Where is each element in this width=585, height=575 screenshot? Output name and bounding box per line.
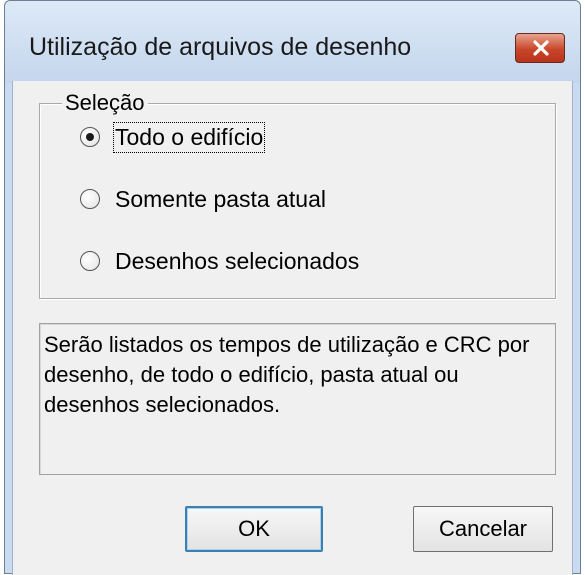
- ok-button[interactable]: OK: [185, 506, 323, 552]
- close-button[interactable]: [515, 33, 565, 63]
- selection-group-legend: Seleção: [62, 90, 148, 116]
- radio-label-current-folder: Somente pasta atual: [115, 185, 326, 212]
- title-bar[interactable]: Utilização de arquivos de desenho: [5, 1, 580, 83]
- description-text-box: Serão listados os tempos de utilização e…: [39, 323, 556, 475]
- cancel-button[interactable]: Cancelar: [413, 506, 553, 552]
- window-title: Utilização de arquivos de desenho: [29, 33, 412, 61]
- dialog-body: Seleção Todo o edifício Somente pasta at…: [12, 81, 573, 575]
- radio-button[interactable]: [80, 189, 100, 209]
- radio-option-selected-drawings[interactable]: Desenhos selecionados: [80, 244, 360, 278]
- radio-option-all-building[interactable]: Todo o edifício: [80, 120, 266, 154]
- selection-groupbox: Seleção Todo o edifício Somente pasta at…: [39, 90, 556, 299]
- radio-option-current-folder[interactable]: Somente pasta atual: [80, 182, 327, 216]
- radio-label-all-building: Todo o edifício: [112, 121, 266, 153]
- radio-label-selected-drawings: Desenhos selecionados: [115, 247, 360, 274]
- radio-button[interactable]: [80, 251, 100, 271]
- dialog-window: Utilização de arquivos de desenho Seleçã…: [4, 0, 581, 575]
- close-icon: [533, 40, 549, 56]
- radio-button-checked[interactable]: [80, 127, 100, 147]
